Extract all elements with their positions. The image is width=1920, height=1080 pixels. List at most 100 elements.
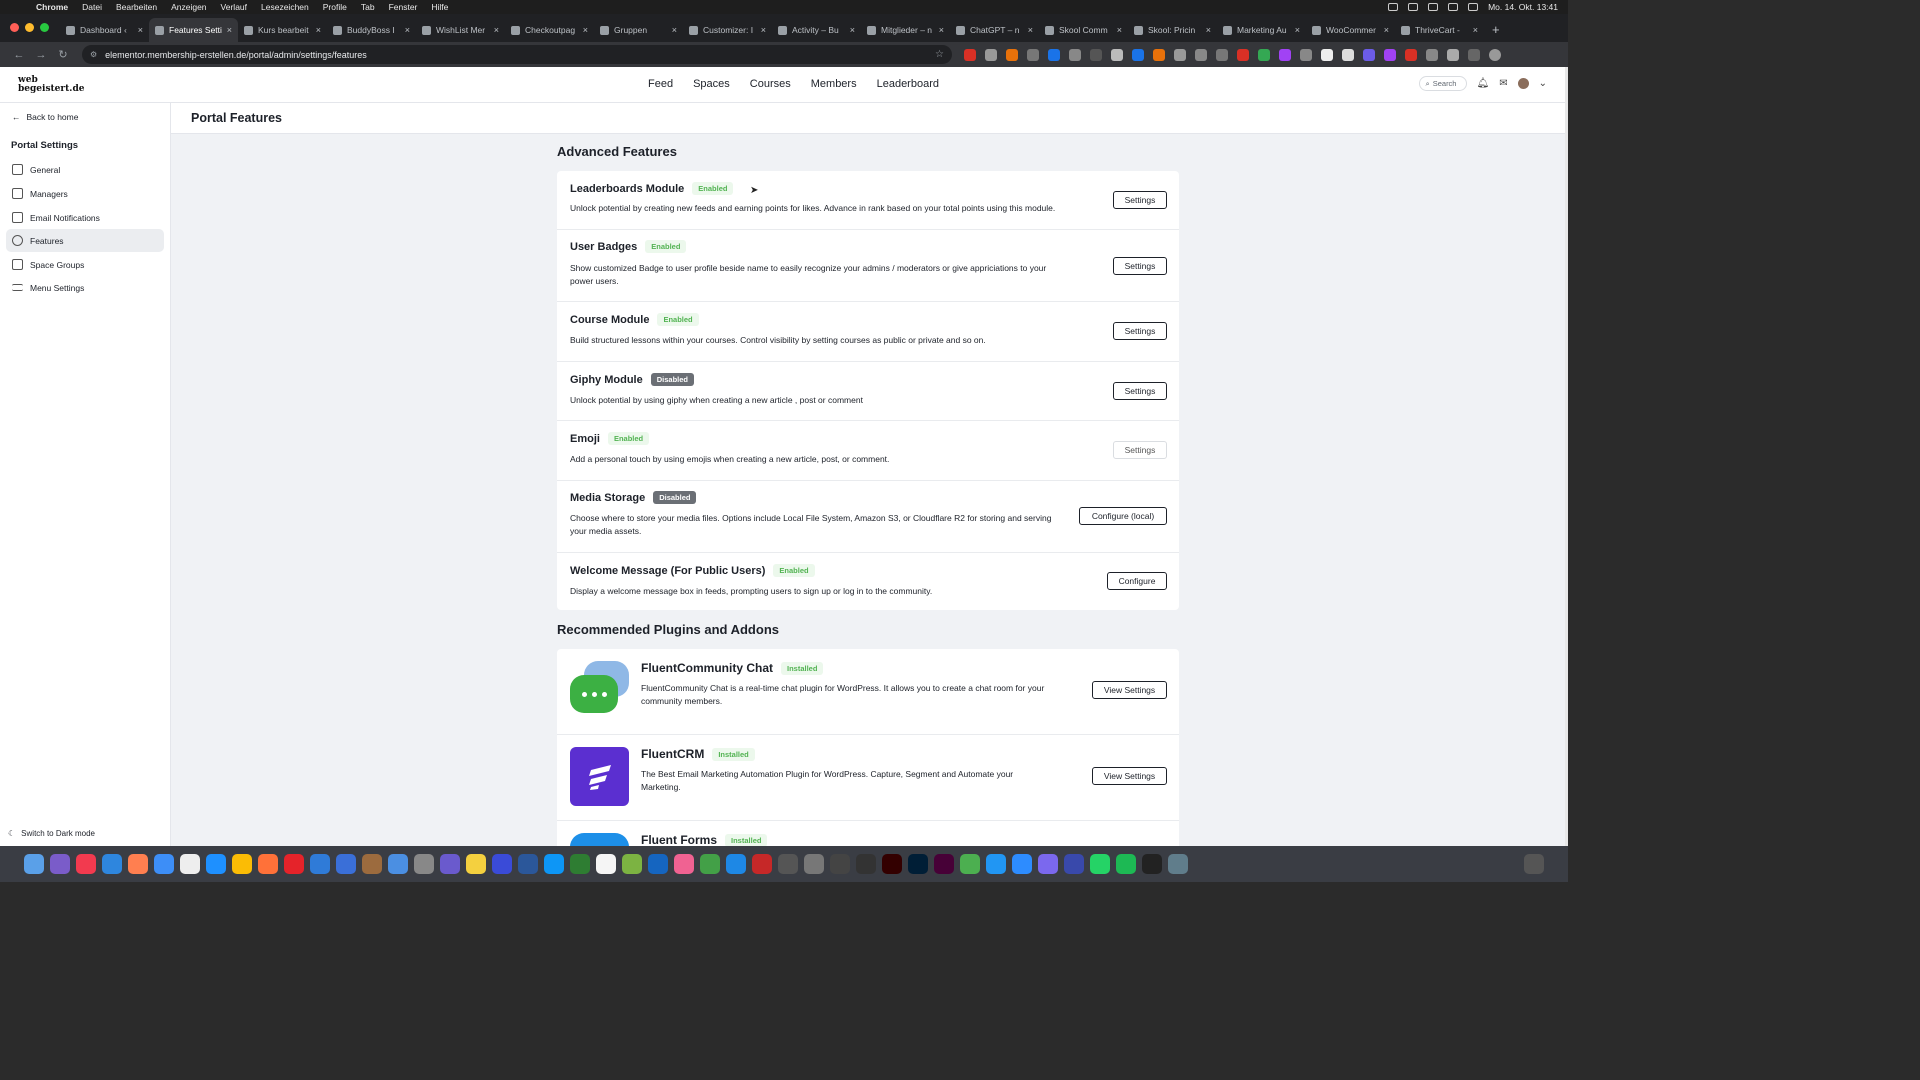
- app-icon[interactable]: [960, 854, 980, 874]
- extension-icon[interactable]: [1342, 48, 1354, 61]
- site-info-icon[interactable]: ⚙: [90, 50, 97, 59]
- emoji-settings-button[interactable]: Settings: [1113, 441, 1167, 459]
- bell-icon[interactable]: 🔔︎: [1477, 78, 1490, 89]
- app-icon[interactable]: [1142, 854, 1162, 874]
- mail-icon[interactable]: [102, 854, 122, 874]
- browser-tab[interactable]: ChatGPT – n ×: [950, 18, 1039, 42]
- extension-icon[interactable]: [1384, 48, 1396, 61]
- launchpad-icon[interactable]: [50, 854, 70, 874]
- extension-icon[interactable]: [1216, 48, 1228, 61]
- app-icon[interactable]: [1064, 854, 1084, 874]
- reminders-icon[interactable]: [596, 854, 616, 874]
- close-icon[interactable]: ×: [1028, 25, 1033, 35]
- firefox-icon[interactable]: [258, 854, 278, 874]
- close-icon[interactable]: ×: [850, 25, 855, 35]
- extension-icon[interactable]: [1279, 48, 1291, 61]
- extension-icon[interactable]: [1090, 48, 1102, 61]
- clock[interactable]: Mo. 14. Okt. 13:41: [1488, 2, 1558, 12]
- zoom-window-button[interactable]: [40, 23, 49, 32]
- close-icon[interactable]: ×: [1295, 25, 1300, 35]
- extension-icon[interactable]: [1468, 48, 1480, 61]
- nav-leaderboard[interactable]: Leaderboard: [877, 78, 939, 90]
- app-icon[interactable]: [570, 854, 590, 874]
- zoom-icon[interactable]: [1012, 854, 1032, 874]
- notes-icon[interactable]: [466, 854, 486, 874]
- close-icon[interactable]: ×: [672, 25, 677, 35]
- menu-fenster[interactable]: Fenster: [389, 2, 418, 12]
- extension-icon[interactable]: [1027, 48, 1039, 61]
- close-icon[interactable]: ×: [1473, 25, 1478, 35]
- user-badges-settings-button[interactable]: Settings: [1113, 257, 1167, 275]
- word-icon[interactable]: [518, 854, 538, 874]
- close-icon[interactable]: ×: [1206, 25, 1211, 35]
- browser-tab[interactable]: Skool: Pricin ×: [1128, 18, 1217, 42]
- extension-icon[interactable]: [1300, 48, 1312, 61]
- close-icon[interactable]: ×: [227, 25, 232, 35]
- giphy-settings-button[interactable]: Settings: [1113, 382, 1167, 400]
- dark-mode-toggle[interactable]: ☾ Switch to Dark mode: [8, 829, 95, 838]
- browser-tab[interactable]: Dashboard ‹ ×: [60, 18, 149, 42]
- sidebar-item-space-groups[interactable]: Space Groups: [6, 253, 164, 276]
- whatsapp-icon[interactable]: [1090, 854, 1110, 874]
- trash-icon[interactable]: [1524, 854, 1544, 874]
- photoshop-icon[interactable]: [908, 854, 928, 874]
- bookmark-star-icon[interactable]: ☆: [935, 49, 944, 60]
- sidebar-item-general[interactable]: General: [6, 158, 164, 181]
- wifi-icon[interactable]: [1448, 3, 1459, 11]
- back-arrow-icon[interactable]: ←: [8, 49, 30, 61]
- extension-icon[interactable]: [1363, 48, 1375, 61]
- new-tab-button[interactable]: +: [1492, 22, 1500, 37]
- close-icon[interactable]: ×: [1117, 25, 1122, 35]
- forward-arrow-icon[interactable]: →: [30, 49, 52, 61]
- browser-tab[interactable]: WishList Mer ×: [416, 18, 505, 42]
- url-text[interactable]: elementor.membership-erstellen.de/portal…: [105, 50, 367, 60]
- app-icon[interactable]: [336, 854, 356, 874]
- menu-tab[interactable]: Tab: [361, 2, 375, 12]
- illustrator-icon[interactable]: [882, 854, 902, 874]
- browser-tab[interactable]: Customizer: I ×: [683, 18, 772, 42]
- calculator-icon[interactable]: [414, 854, 434, 874]
- sidebar-item-email-notifications[interactable]: Email Notifications: [6, 206, 164, 229]
- messages-icon[interactable]: [700, 854, 720, 874]
- site-logo[interactable]: web begeistert.de: [18, 76, 84, 94]
- battery-icon[interactable]: [1468, 3, 1479, 11]
- app-icon[interactable]: [856, 854, 876, 874]
- extension-icon[interactable]: [964, 48, 976, 61]
- app-icon[interactable]: [648, 854, 668, 874]
- sidebar-item-menu-settings[interactable]: Menu Settings: [6, 276, 164, 299]
- opera-icon[interactable]: [284, 854, 304, 874]
- welcome-message-configure-button[interactable]: Configure: [1107, 572, 1167, 590]
- close-window-button[interactable]: [10, 23, 19, 32]
- puzzle-extensions-icon[interactable]: [1447, 48, 1459, 61]
- messenger-icon[interactable]: [1038, 854, 1058, 874]
- filezilla-icon[interactable]: [752, 854, 772, 874]
- close-icon[interactable]: ×: [494, 25, 499, 35]
- extension-icon[interactable]: [1174, 48, 1186, 61]
- calendar-icon[interactable]: [180, 854, 200, 874]
- browser-tab[interactable]: WooCommer ×: [1306, 18, 1395, 42]
- extension-icon[interactable]: [1069, 48, 1081, 61]
- sidebar-item-features[interactable]: Features: [6, 229, 164, 252]
- status-icon[interactable]: [1428, 3, 1439, 11]
- browser-tab[interactable]: BuddyBoss I ×: [327, 18, 416, 42]
- menu-anzeigen[interactable]: Anzeigen: [171, 2, 206, 12]
- safari-icon[interactable]: [206, 854, 226, 874]
- extension-icon[interactable]: [1237, 48, 1249, 61]
- extension-icon[interactable]: [985, 48, 997, 61]
- nav-feed[interactable]: Feed: [648, 78, 673, 90]
- app-icon[interactable]: [440, 854, 460, 874]
- nav-members[interactable]: Members: [811, 78, 857, 90]
- fluentcommunity-chat-view-settings-button[interactable]: View Settings: [1092, 681, 1167, 699]
- media-storage-configure-button[interactable]: Configure (local): [1079, 507, 1167, 525]
- app-icon[interactable]: [492, 854, 512, 874]
- extension-icon[interactable]: [1153, 48, 1165, 61]
- xd-icon[interactable]: [934, 854, 954, 874]
- status-icon[interactable]: [1408, 3, 1419, 11]
- maps-icon[interactable]: [622, 854, 642, 874]
- extension-icon[interactable]: [1006, 48, 1018, 61]
- app-icon[interactable]: [726, 854, 746, 874]
- browser-tab[interactable]: Activity – Bu ×: [772, 18, 861, 42]
- menu-datei[interactable]: Datei: [82, 2, 102, 12]
- spotify-icon[interactable]: [1116, 854, 1136, 874]
- menu-app-name[interactable]: Chrome: [36, 2, 68, 12]
